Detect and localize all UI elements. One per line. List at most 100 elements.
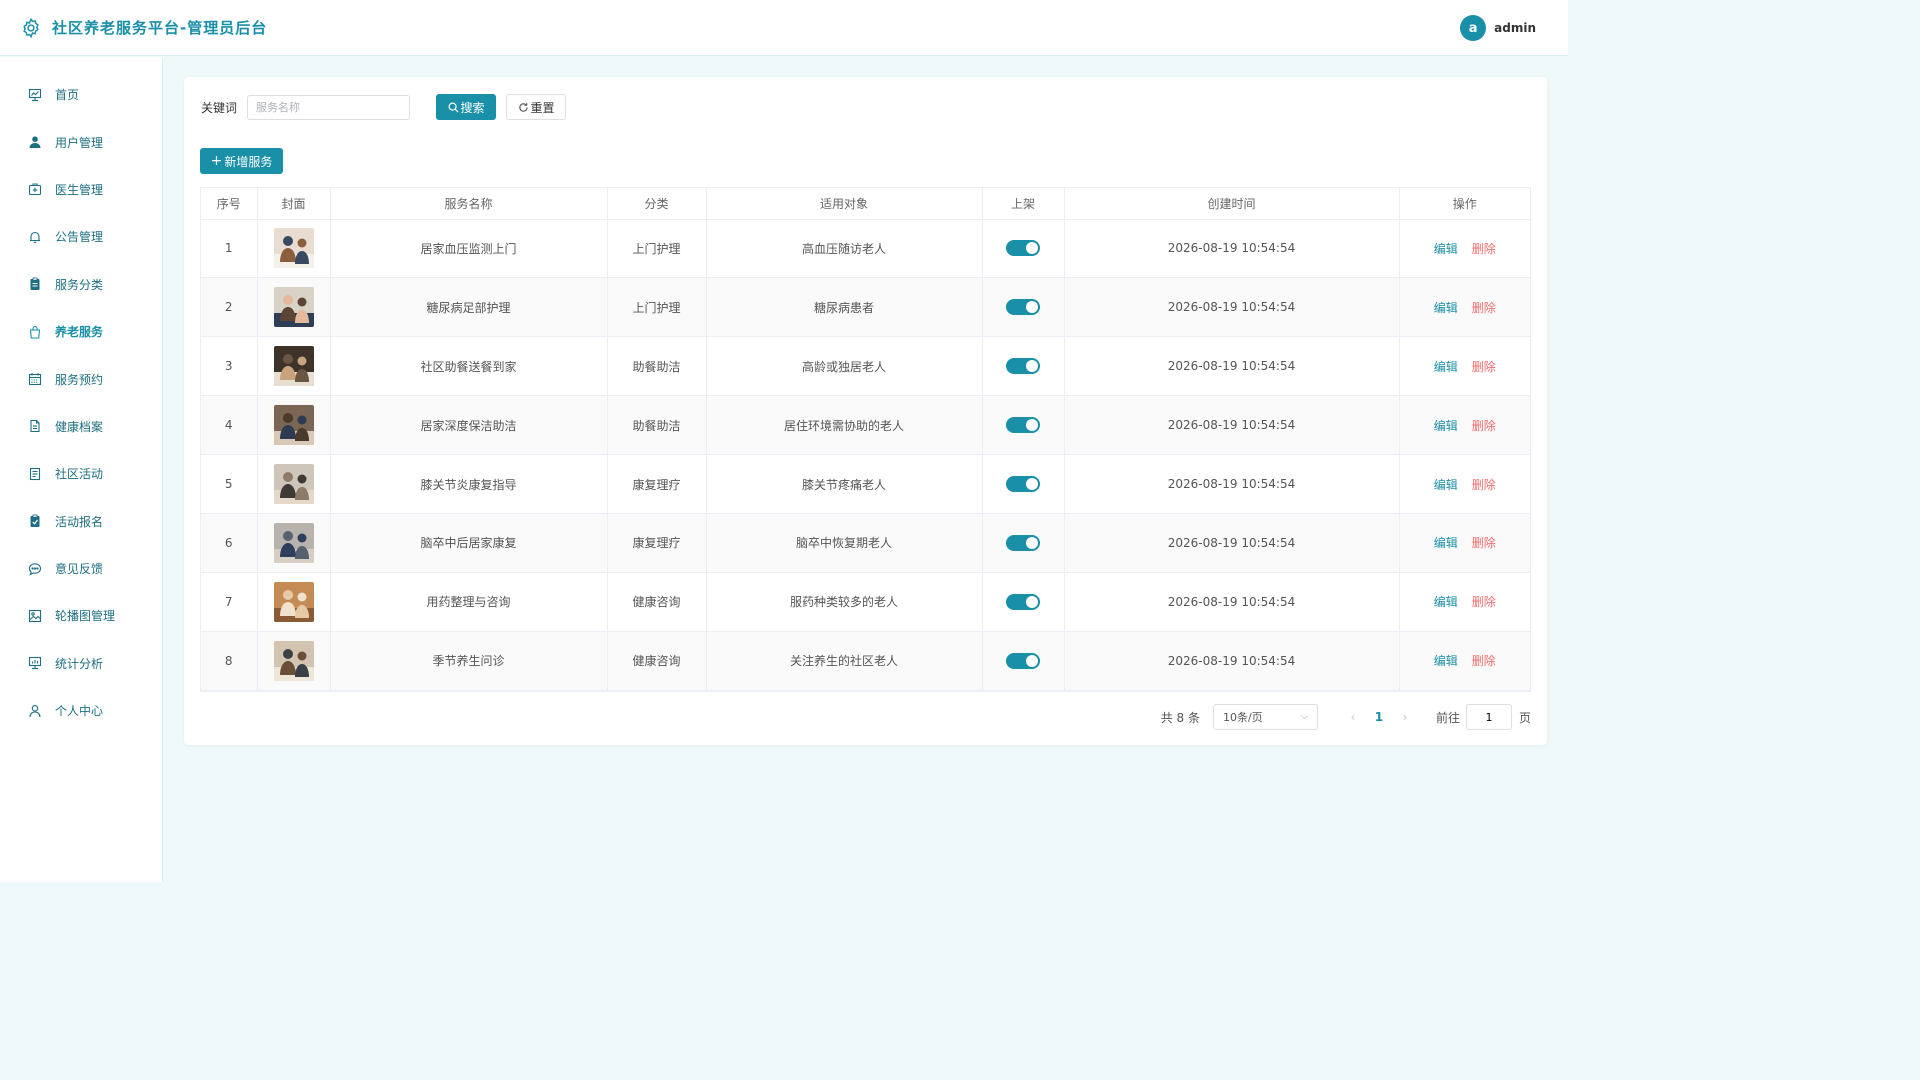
on-shelf-toggle[interactable] [1006, 417, 1040, 434]
edit-button[interactable]: 编辑 [1434, 478, 1458, 492]
sidebar-item-11[interactable]: 轮播图管理 [0, 592, 162, 639]
service-target: 脑卒中恢复期老人 [706, 513, 983, 573]
sidebar-item-12[interactable]: 统计分析 [0, 640, 162, 687]
created-time: 2026-08-19 10:54:54 [1064, 631, 1400, 691]
delete-button[interactable]: 删除 [1472, 536, 1496, 550]
service-name: 糖尿病足部护理 [330, 277, 608, 338]
row-index: 4 [201, 395, 258, 456]
created-time: 2026-08-19 10:54:54 [1064, 336, 1400, 397]
username[interactable]: admin [1494, 21, 1536, 35]
edit-button[interactable]: 编辑 [1434, 595, 1458, 609]
row-index: 7 [201, 572, 258, 632]
delete-button[interactable]: 删除 [1472, 478, 1496, 492]
created-time: 2026-08-19 10:54:54 [1064, 277, 1400, 338]
search-button[interactable]: 搜索 [436, 94, 497, 120]
sidebar-item-label: 个人中心 [55, 704, 104, 719]
created-time: 2026-08-19 10:54:54 [1064, 572, 1400, 632]
on-shelf-toggle[interactable] [1006, 476, 1040, 492]
table-row: 7 用药整理与咨询 健康咨询 服药种类较多的老人 2026-08-19 10:54:54… [201, 572, 1530, 632]
sidebar-item-4[interactable]: 服务分类 [0, 261, 162, 308]
cover-cell [257, 395, 331, 456]
row-index: 2 [201, 277, 258, 338]
delete-button[interactable]: 删除 [1472, 419, 1496, 433]
sidebar-item-9[interactable]: 活动报名 [0, 498, 162, 545]
delete-button[interactable]: 删除 [1472, 654, 1496, 668]
cover-image[interactable] [273, 405, 314, 446]
cover-image[interactable] [273, 522, 314, 563]
sidebar-item-1[interactable]: 用户管理 [0, 118, 162, 165]
delete-button[interactable]: 删除 [1472, 242, 1496, 256]
on-shelf-toggle[interactable] [1006, 652, 1040, 669]
service-target: 膝关节疼痛老人 [706, 454, 983, 514]
search-input[interactable] [247, 94, 411, 120]
service-name: 社区助餐送餐到家 [330, 336, 608, 397]
search-button-label: 搜索 [460, 100, 485, 115]
table-row: 3 社区助餐送餐到家 助餐助洁 高龄或独居老人 2026-08-19 10:54:54 编… [201, 336, 1530, 397]
on-shelf-cell [982, 454, 1065, 514]
sidebar-item-0[interactable]: 首页 [0, 71, 162, 118]
on-shelf-toggle[interactable] [1006, 299, 1040, 316]
table-row: 4 居家深度保洁助洁 助餐助洁 居住环境需协助的老人 2026-08-19 10:54:… [201, 395, 1530, 456]
edit-button[interactable]: 编辑 [1434, 654, 1458, 668]
table-header-row: 序号 封面 服务名称 分类 适用对象 上架 创建时间 操作 [201, 188, 1530, 220]
on-shelf-toggle[interactable] [1006, 358, 1040, 375]
document-icon [28, 419, 42, 433]
next-page-button[interactable]: › [1392, 710, 1418, 724]
on-shelf-toggle[interactable] [1006, 534, 1040, 551]
service-category: 上门护理 [607, 277, 707, 338]
image-icon [28, 609, 42, 623]
service-name: 膝关节炎康复指导 [330, 454, 608, 514]
edit-button[interactable]: 编辑 [1434, 360, 1458, 374]
sidebar-item-5[interactable]: 养老服务 [0, 308, 162, 355]
actions-cell: 编辑 删除 [1399, 395, 1530, 456]
delete-button[interactable]: 删除 [1472, 595, 1496, 609]
avatar[interactable]: a [1460, 15, 1487, 41]
actions-cell: 编辑 删除 [1399, 219, 1530, 279]
cover-image[interactable] [273, 346, 314, 387]
column-header: 上架 [982, 188, 1065, 220]
search-bar: 关键词 搜索 重置 [201, 94, 567, 120]
edit-button[interactable]: 编辑 [1434, 301, 1458, 315]
reset-button[interactable]: 重置 [506, 94, 567, 120]
row-index: 3 [201, 336, 258, 397]
cover-image[interactable] [273, 287, 314, 328]
sidebar-item-13[interactable]: 个人中心 [0, 687, 162, 734]
service-target: 居住环境需协助的老人 [706, 395, 983, 456]
on-shelf-toggle[interactable] [1006, 240, 1040, 257]
sidebar-item-7[interactable]: 健康档案 [0, 403, 162, 450]
cover-image[interactable] [273, 581, 314, 622]
page-number[interactable]: 1 [1366, 710, 1392, 724]
cover-image[interactable] [273, 228, 314, 269]
sidebar-item-8[interactable]: 社区活动 [0, 450, 162, 497]
prev-page-button[interactable]: ‹ [1340, 710, 1366, 724]
user-menu[interactable]: a admin [1460, 15, 1536, 41]
goto-page-input[interactable] [1465, 704, 1512, 730]
sidebar-item-3[interactable]: 公告管理 [0, 213, 162, 260]
sidebar-item-10[interactable]: 意见反馈 [0, 545, 162, 592]
refresh-icon [518, 102, 528, 112]
edit-button[interactable]: 编辑 [1434, 242, 1458, 256]
page-size-select[interactable]: 10条/页 ⌵ [1212, 704, 1318, 730]
actions-cell: 编辑 删除 [1399, 572, 1530, 632]
list-document-icon [28, 467, 42, 481]
cover-image[interactable] [273, 464, 314, 504]
calendar-icon [28, 372, 42, 386]
edit-button[interactable]: 编辑 [1434, 536, 1458, 550]
on-shelf-toggle[interactable] [1006, 593, 1040, 610]
dashboard-icon [28, 88, 42, 102]
sidebar-item-2[interactable]: 医生管理 [0, 166, 162, 213]
edit-button[interactable]: 编辑 [1434, 419, 1458, 433]
delete-button[interactable]: 删除 [1472, 360, 1496, 374]
reset-button-label: 重置 [530, 100, 555, 115]
sidebar-item-6[interactable]: 服务预约 [0, 355, 162, 402]
created-time: 2026-08-19 10:54:54 [1064, 454, 1400, 514]
cover-image[interactable] [273, 640, 314, 681]
add-service-button[interactable]: + 新增服务 [200, 148, 283, 174]
service-name: 季节养生问诊 [330, 631, 608, 691]
sidebar-item-label: 服务分类 [55, 277, 104, 292]
service-category: 健康咨询 [607, 572, 707, 632]
column-header: 操作 [1399, 188, 1530, 220]
created-time: 2026-08-19 10:54:54 [1064, 395, 1400, 456]
service-category: 上门护理 [607, 219, 707, 279]
delete-button[interactable]: 删除 [1472, 301, 1496, 315]
